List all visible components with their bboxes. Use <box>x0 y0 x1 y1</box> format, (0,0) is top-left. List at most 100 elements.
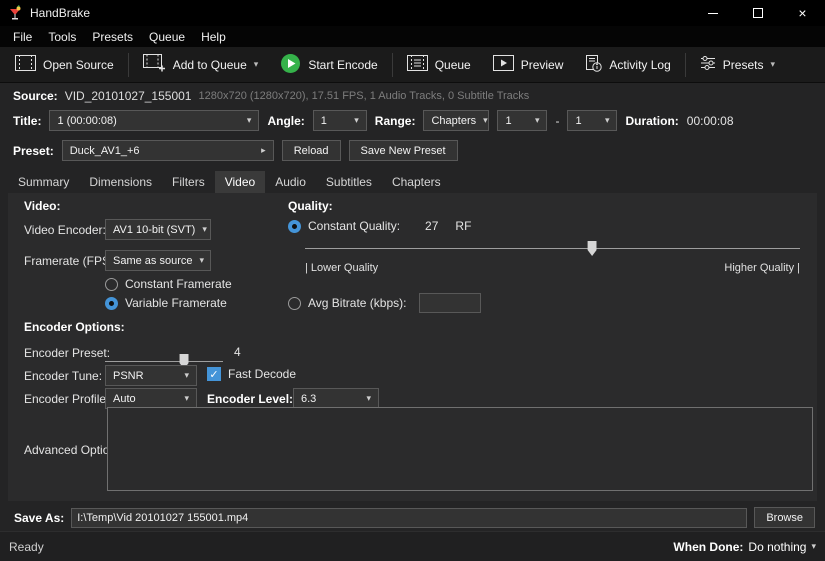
fast-decode-checkbox[interactable]: ✓ Fast Decode <box>207 367 296 381</box>
preview-label: Preview <box>521 58 564 72</box>
framerate-select[interactable]: Same as source ▾ <box>105 250 211 271</box>
quality-slider-thumb[interactable] <box>588 241 597 256</box>
source-row: Source: VID_20101027_155001 1280x720 (12… <box>13 89 529 103</box>
handbrake-logo-icon <box>7 5 23 21</box>
tab-summary[interactable]: Summary <box>8 171 79 193</box>
advanced-options-textarea[interactable] <box>107 407 813 491</box>
tab-filters[interactable]: Filters <box>162 171 215 193</box>
caret-down-icon: ▾ <box>811 541 816 552</box>
close-button[interactable]: × <box>780 0 825 26</box>
tab-subtitles[interactable]: Subtitles <box>316 171 382 193</box>
variable-framerate-label: Variable Framerate <box>125 296 227 310</box>
preset-label: Preset: <box>13 144 54 158</box>
reload-button[interactable]: Reload <box>282 140 341 161</box>
range-from-select[interactable]: 1 ▾ <box>497 110 547 131</box>
caret-down-icon: ▾ <box>770 59 775 70</box>
caret-down-icon: ▾ <box>354 115 359 126</box>
when-done-label: When Done: <box>673 540 743 554</box>
when-done-value: Do nothing <box>748 540 806 554</box>
menu-help[interactable]: Help <box>193 26 234 47</box>
caret-down-icon: ▾ <box>184 393 189 404</box>
preset-select-value: Duck_AV1_+6 <box>70 145 140 157</box>
presets-button[interactable]: Presets ▾ <box>689 51 786 79</box>
video-section-heading: Video: <box>24 199 60 213</box>
menu-file[interactable]: File <box>5 26 40 47</box>
source-label: Source: <box>13 89 58 103</box>
maximize-button[interactable] <box>735 0 780 26</box>
status-text: Ready <box>9 540 44 554</box>
activity-log-button[interactable]: Activity Log <box>574 51 681 79</box>
queue-button[interactable]: Queue <box>396 51 482 79</box>
start-encode-button[interactable]: Start Encode <box>269 51 388 79</box>
preset-select[interactable]: Duck_AV1_+6 ▸ <box>62 140 274 161</box>
menu-queue[interactable]: Queue <box>141 26 193 47</box>
angle-label: Angle: <box>267 114 304 128</box>
angle-select[interactable]: 1 ▾ <box>313 110 367 131</box>
constant-quality-value: 27 <box>425 219 438 233</box>
encoder-level-select[interactable]: 6.3 ▾ <box>293 388 379 409</box>
toolbar: Open Source Add to Queue ▾ <box>0 47 825 83</box>
constant-quality-unit: RF <box>455 219 471 233</box>
variable-framerate-radio[interactable]: Variable Framerate <box>105 296 227 310</box>
avg-bitrate-input[interactable] <box>419 293 481 313</box>
video-encoder-value: AV1 10-bit (SVT) <box>113 224 195 236</box>
video-encoder-select[interactable]: AV1 10-bit (SVT) ▾ <box>105 219 211 240</box>
preview-button[interactable]: Preview <box>482 51 575 79</box>
save-as-row: Save As: Browse <box>14 507 815 528</box>
encoder-level-label: Encoder Level: <box>207 392 293 406</box>
title-select[interactable]: 1 (00:00:08) ▾ <box>49 110 259 131</box>
open-source-button[interactable]: Open Source <box>4 51 125 79</box>
add-to-queue-label: Add to Queue <box>173 58 247 72</box>
duration-label: Duration: <box>625 114 678 128</box>
framerate-label: Framerate (FPS): <box>24 254 117 268</box>
lower-quality-caption: | Lower Quality <box>305 262 378 274</box>
radio-selected-icon <box>105 297 118 310</box>
menu-tools[interactable]: Tools <box>40 26 84 47</box>
statusbar: Ready When Done: Do nothing ▾ <box>0 531 825 561</box>
queue-label: Queue <box>435 58 471 72</box>
browse-button[interactable]: Browse <box>754 507 815 528</box>
encoder-tune-select[interactable]: PSNR ▾ <box>105 365 197 386</box>
handbrake-window: HandBrake × File Tools Presets Queue Hel… <box>0 0 825 561</box>
tab-video[interactable]: Video <box>215 171 265 193</box>
angle-select-value: 1 <box>321 115 327 127</box>
constant-framerate-label: Constant Framerate <box>125 277 232 291</box>
tab-audio[interactable]: Audio <box>265 171 316 193</box>
encoder-profile-label: Encoder Profile: <box>24 392 109 406</box>
radio-icon <box>105 278 118 291</box>
window-title: HandBrake <box>30 6 90 20</box>
add-to-queue-icon <box>143 54 166 75</box>
main-content: Source: VID_20101027_155001 1280x720 (12… <box>0 83 825 531</box>
save-as-input[interactable] <box>71 508 747 528</box>
source-details: 1280x720 (1280x720), 17.51 FPS, 1 Audio … <box>198 90 529 102</box>
range-type-value: Chapters <box>431 115 476 127</box>
higher-quality-caption: Higher Quality | <box>724 262 800 274</box>
activity-log-label: Activity Log <box>609 58 670 72</box>
when-done-dropdown[interactable]: When Done: Do nothing ▾ <box>673 540 816 554</box>
video-encoder-label: Video Encoder: <box>24 223 106 237</box>
encoder-level-value: 6.3 <box>301 393 316 405</box>
tab-chapters[interactable]: Chapters <box>382 171 451 193</box>
quality-slider[interactable] <box>305 241 800 256</box>
menu-presets[interactable]: Presets <box>84 26 141 47</box>
constant-framerate-radio[interactable]: Constant Framerate <box>105 277 232 291</box>
toolbar-separator <box>128 53 129 77</box>
tab-dimensions[interactable]: Dimensions <box>79 171 162 193</box>
range-separator: - <box>555 114 559 128</box>
minimize-button[interactable] <box>690 0 735 26</box>
range-type-select[interactable]: Chapters ▾ <box>423 110 489 131</box>
constant-quality-radio[interactable]: Constant Quality: 27 RF <box>288 219 471 233</box>
save-new-preset-button[interactable]: Save New Preset <box>349 140 458 161</box>
add-to-queue-button[interactable]: Add to Queue ▾ <box>132 51 270 79</box>
film-strip-icon <box>15 55 36 74</box>
encoder-profile-select[interactable]: Auto ▾ <box>105 388 197 409</box>
presets-sliders-icon <box>700 55 716 74</box>
title-row: Title: 1 (00:00:08) ▾ Angle: 1 ▾ Range: … <box>13 110 734 131</box>
avg-bitrate-radio[interactable]: Avg Bitrate (kbps): <box>288 293 481 313</box>
fast-decode-label: Fast Decode <box>228 367 296 381</box>
quality-slider-track[interactable] <box>305 248 800 249</box>
range-to-select[interactable]: 1 ▾ <box>567 110 617 131</box>
encoder-preset-slider-track[interactable] <box>105 361 223 362</box>
encoder-tune-value: PSNR <box>113 370 144 382</box>
queue-icon <box>407 55 428 74</box>
